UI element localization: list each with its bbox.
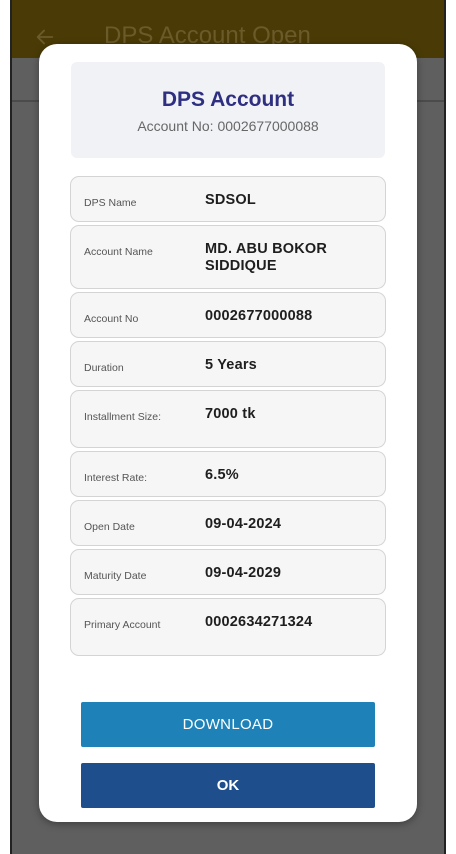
detail-label: Primary Account bbox=[84, 619, 161, 631]
ok-button[interactable]: OK bbox=[81, 763, 375, 808]
detail-row-installment-size: Installment Size: 7000 tk bbox=[70, 390, 386, 448]
detail-label: DPS Name bbox=[84, 197, 137, 209]
detail-value: 5 Years bbox=[205, 357, 257, 373]
detail-row-duration: Duration 5 Years bbox=[70, 341, 386, 387]
detail-label: Maturity Date bbox=[84, 570, 147, 582]
detail-row-open-date: Open Date 09-04-2024 bbox=[70, 500, 386, 546]
detail-value: 7000 tk bbox=[205, 406, 256, 422]
detail-label: Account No bbox=[84, 313, 139, 325]
detail-value: 6.5% bbox=[205, 467, 239, 483]
detail-label: Open Date bbox=[84, 521, 135, 533]
detail-value: 0002677000088 bbox=[205, 308, 313, 324]
detail-label: Installment Size: bbox=[84, 411, 162, 423]
detail-label: Duration bbox=[84, 362, 124, 374]
detail-row-account-name: Account Name MD. ABU BOKOR SIDDIQUE bbox=[70, 225, 386, 289]
detail-row-interest-rate: Interest Rate: 6.5% bbox=[70, 451, 386, 497]
detail-value: 0002634271324 bbox=[205, 614, 313, 630]
detail-label: Account Name bbox=[84, 246, 153, 258]
detail-row-account-no: Account No 0002677000088 bbox=[70, 292, 386, 338]
detail-value: SDSOL bbox=[205, 192, 256, 208]
download-button[interactable]: DOWNLOAD bbox=[81, 702, 375, 747]
detail-value: 09-04-2029 bbox=[205, 565, 282, 581]
detail-value: 09-04-2024 bbox=[205, 516, 282, 532]
detail-row-maturity-date: Maturity Date 09-04-2029 bbox=[70, 549, 386, 595]
detail-row-primary-account: Primary Account 0002634271324 bbox=[70, 598, 386, 656]
detail-row-dps-name: DPS Name SDSOL bbox=[70, 176, 386, 222]
dialog-header-card: DPS Account Account No: 0002677000088 bbox=[71, 62, 385, 158]
details-list: DPS Name SDSOL Account Name MD. ABU BOKO… bbox=[70, 176, 386, 659]
dialog-title: DPS Account bbox=[161, 88, 295, 111]
detail-label: Interest Rate: bbox=[84, 472, 148, 484]
account-number-subtitle: Account No: 0002677000088 bbox=[137, 118, 319, 134]
detail-value: MD. ABU BOKOR SIDDIQUE bbox=[205, 241, 328, 274]
account-details-dialog: DPS Account Account No: 0002677000088 DP… bbox=[39, 44, 417, 822]
screen-frame: DPS Account Open DPS Account Account No:… bbox=[10, 0, 446, 854]
